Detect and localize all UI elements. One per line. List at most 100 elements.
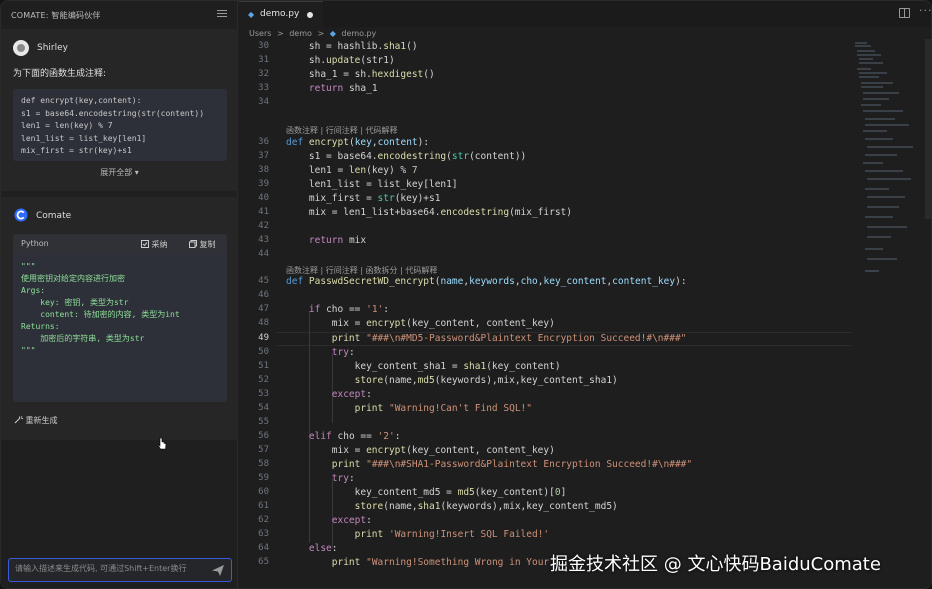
adopt-button[interactable]: 采纳 [141, 239, 168, 250]
panel-title: COMATE: 智能编码伙伴 [11, 11, 101, 20]
code-line: print "###\n#SHA1-Password&Plaintext Enc… [331, 459, 693, 470]
watermark: 掘金技术社区 @ 文心快码BaiduComate [550, 554, 881, 575]
more-actions-icon[interactable]: ··· [919, 4, 931, 17]
doc-line: 加密后的字符串, 类型为str [21, 334, 145, 343]
doc-line: key: 密钥, 类型为str [21, 298, 129, 307]
code-line: mix = len1_list+base64.encodestring(mix_… [286, 207, 572, 218]
user-message: Shirley 为下面的函数生成注释: def encrypt(key,cont… [1, 29, 238, 191]
bot-name: Comate [36, 211, 72, 221]
code-line: print 'Warning!Insert SQL Failed!' [354, 529, 550, 540]
line-number: 36 [258, 137, 269, 147]
adopt-icon [141, 240, 149, 248]
code-line: def encrypt(key,content): [286, 137, 430, 148]
bot-message: Comate Python 采纳 复制 """ 使用密钥对给定内容进行加密 Ar… [1, 197, 238, 450]
mouse-cursor-icon [157, 437, 167, 450]
line-number: 63 [258, 529, 269, 539]
code-line: mix_first = str(key)+s1 [21, 146, 132, 155]
send-icon[interactable] [211, 564, 225, 577]
code-line: key_content_sha1 = sha1(key_content) [286, 361, 561, 372]
code-line: len1_list = list_key[len1] [21, 133, 147, 143]
code-line: mix = encrypt(key_content, content_key) [286, 445, 555, 456]
magic-wand-icon [14, 416, 23, 424]
line-number: 46 [258, 290, 269, 300]
breadcrumb: Users > demo > ◆ demo.py [249, 29, 379, 38]
line-number: 50 [258, 347, 269, 357]
code-editor[interactable]: 30 31 32 33 34 36 37 38 39 40 41 42 43 4… [239, 39, 851, 588]
line-number: 42 [258, 221, 269, 231]
codelens-actions[interactable]: 函数注释 | 行间注释 | 函数拆分 | 代码解释 [286, 265, 437, 276]
doc-line: 使用密钥对给定内容进行加密 [21, 274, 125, 283]
code-line: mix = encrypt(key_content, content_key) [286, 318, 555, 329]
code-line: sh = hashlib.sha1() [286, 41, 418, 52]
copy-button[interactable]: 复制 [189, 239, 216, 250]
line-number: 57 [258, 445, 269, 455]
breadcrumb-item[interactable]: demo [289, 29, 312, 38]
comate-chat-panel: COMATE: 智能编码伙伴 Shirley 为下面的函数生成注释: def e… [1, 1, 238, 588]
line-number: 49 [258, 333, 269, 343]
avatar [13, 40, 29, 56]
code-line: len1 = len(key) % 7 [286, 165, 418, 176]
breadcrumb-item[interactable]: Users [249, 29, 271, 38]
editor-scrollbar[interactable] [925, 39, 931, 219]
user-prompt: 为下面的函数生成注释: [13, 69, 107, 79]
chat-input[interactable] [15, 564, 205, 573]
menu-icon[interactable] [217, 10, 227, 18]
line-number: 39 [258, 179, 269, 189]
line-number: 44 [258, 249, 269, 259]
comate-logo-icon [14, 208, 28, 222]
minimap[interactable] [853, 39, 923, 299]
code-line: store(name,sha1(keywords),mix,key_conten… [354, 501, 618, 512]
code-line: print "###\n#MD5-Password&Plaintext Encr… [331, 333, 687, 344]
python-file-icon: ◆ [329, 29, 336, 38]
copy-icon [189, 240, 197, 248]
line-number: 55 [258, 417, 269, 427]
adopt-label: 采纳 [151, 240, 168, 249]
breadcrumb-item[interactable]: demo.py [341, 29, 376, 38]
line-number: 34 [258, 97, 269, 107]
line-number: 40 [258, 193, 269, 203]
line-number: 52 [258, 375, 269, 385]
line-number: 30 [258, 41, 269, 51]
doc-line: Args: [21, 286, 46, 295]
line-number: 62 [258, 515, 269, 525]
tab-label: demo.py [260, 9, 300, 19]
doc-line: """ [21, 262, 36, 271]
code-line: s1 = base64.encodestring(str(content)) [21, 108, 205, 118]
line-number: 54 [258, 403, 269, 413]
code-line: key_content_md5 = md5(key_content)[0] [286, 487, 567, 498]
line-number: 32 [258, 69, 269, 79]
line-number: 51 [258, 361, 269, 371]
code-block-header: Python 采纳 复制 [13, 234, 227, 254]
code-language: Python [21, 239, 49, 248]
line-number: 43 [258, 235, 269, 245]
code-line: if cho == '1': [308, 304, 390, 315]
line-number: 47 [258, 304, 269, 314]
code-line: def PasswdSecretWD_encrypt(name,keywords… [286, 276, 687, 287]
copy-label: 复制 [199, 240, 216, 249]
regenerate-button[interactable]: 重新生成 [14, 415, 58, 426]
line-number: 48 [258, 318, 269, 328]
tab-demo-py[interactable]: ◆ demo.py [239, 1, 323, 27]
editor-tab-bar: ◆ demo.py ··· [239, 1, 931, 27]
chat-input-box [8, 558, 232, 582]
code-line: len1 = len(key) % 7 [21, 121, 113, 130]
expand-all-button[interactable]: 展开全部 ▾ [1, 167, 238, 178]
line-number: 38 [258, 165, 269, 175]
doc-line: """ [21, 346, 36, 355]
code-line: try: [331, 347, 355, 358]
doc-line: content: 待加密的内容, 类型为int [21, 310, 180, 319]
code-line: elif cho == '2': [308, 431, 401, 442]
code-line: except: [331, 389, 372, 400]
code-line: len1_list = list_key[len1] [286, 179, 458, 190]
line-number: 37 [258, 151, 269, 161]
line-number: 64 [258, 543, 269, 553]
code-line: mix_first = str(key)+s1 [286, 193, 441, 204]
user-code-snippet: def encrypt(key,content): s1 = base64.en… [13, 89, 227, 161]
code-line: sha_1 = sh.hexdigest() [286, 69, 435, 80]
split-editor-icon[interactable] [899, 8, 910, 18]
code-line: print "Warning!Can't Find SQL!" [354, 403, 532, 414]
unsaved-dot-icon[interactable] [307, 12, 313, 18]
codelens-actions[interactable]: 函数注释 | 行间注释 | 代码解释 [286, 125, 398, 136]
line-number: 56 [258, 431, 269, 441]
code-line: print "Warning!Something Wrong in Your [331, 557, 550, 568]
